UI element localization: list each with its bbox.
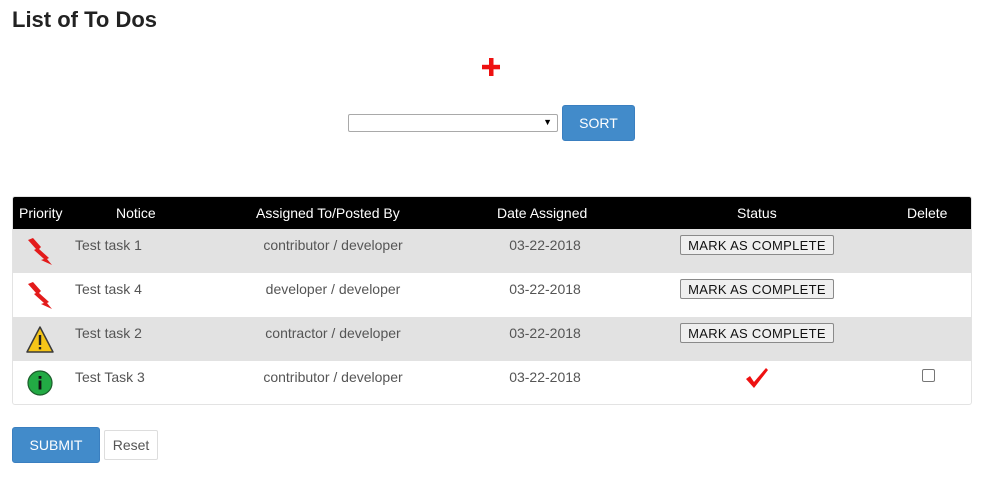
notice-text: Test task 2: [75, 325, 142, 341]
table-row: Test task 2 contractor / developer 03-22…: [13, 317, 971, 361]
chevron-down-icon: ▼: [543, 117, 552, 127]
plus-icon[interactable]: [479, 55, 503, 79]
date-text: 03-22-2018: [509, 281, 581, 297]
assigned-text: contributor / developer: [263, 237, 403, 253]
delete-checkbox[interactable]: [922, 369, 935, 382]
date-text: 03-22-2018: [509, 325, 581, 341]
reset-button[interactable]: Reset: [104, 430, 158, 460]
page-title: List of To Dos: [12, 7, 158, 32]
submit-button[interactable]: SUBMIT: [12, 427, 100, 463]
header-priority: Priority: [19, 205, 63, 221]
todo-table: Priority Notice Assigned To/Posted By Da…: [12, 196, 972, 405]
notice-text: Test task 1: [75, 237, 142, 253]
header-notice: Notice: [116, 205, 156, 221]
header-assigned: Assigned To/Posted By: [256, 205, 400, 221]
mark-complete-button[interactable]: MARK AS COMPLETE: [680, 279, 834, 299]
notice-text: Test Task 3: [75, 369, 145, 385]
info-icon: [27, 370, 53, 396]
mark-complete-button[interactable]: MARK AS COMPLETE: [680, 323, 834, 343]
table-row: Test task 1 contributor / developer 03-2…: [13, 229, 971, 273]
table-header: Priority Notice Assigned To/Posted By Da…: [13, 197, 971, 229]
assigned-text: developer / developer: [265, 281, 401, 297]
header-date: Date Assigned: [497, 205, 588, 221]
date-text: 03-22-2018: [509, 369, 581, 385]
table-row: Test task 4 developer / developer 03-22-…: [13, 273, 971, 317]
header-delete: Delete: [907, 205, 948, 221]
lightning-icon: [28, 282, 52, 309]
table-row: Test Task 3 contributor / developer 03-2…: [13, 361, 971, 404]
sort-select[interactable]: ▼: [348, 114, 558, 132]
sort-button[interactable]: SORT: [562, 105, 635, 141]
assigned-text: contributor / developer: [263, 369, 403, 385]
lightning-icon: [28, 238, 52, 265]
checkmark-icon: [746, 368, 768, 388]
assigned-text: contractor / developer: [265, 325, 401, 341]
notice-text: Test task 4: [75, 281, 142, 297]
header-status: Status: [737, 205, 777, 221]
mark-complete-button[interactable]: MARK AS COMPLETE: [680, 235, 834, 255]
warning-icon: [26, 326, 54, 353]
date-text: 03-22-2018: [509, 237, 581, 253]
